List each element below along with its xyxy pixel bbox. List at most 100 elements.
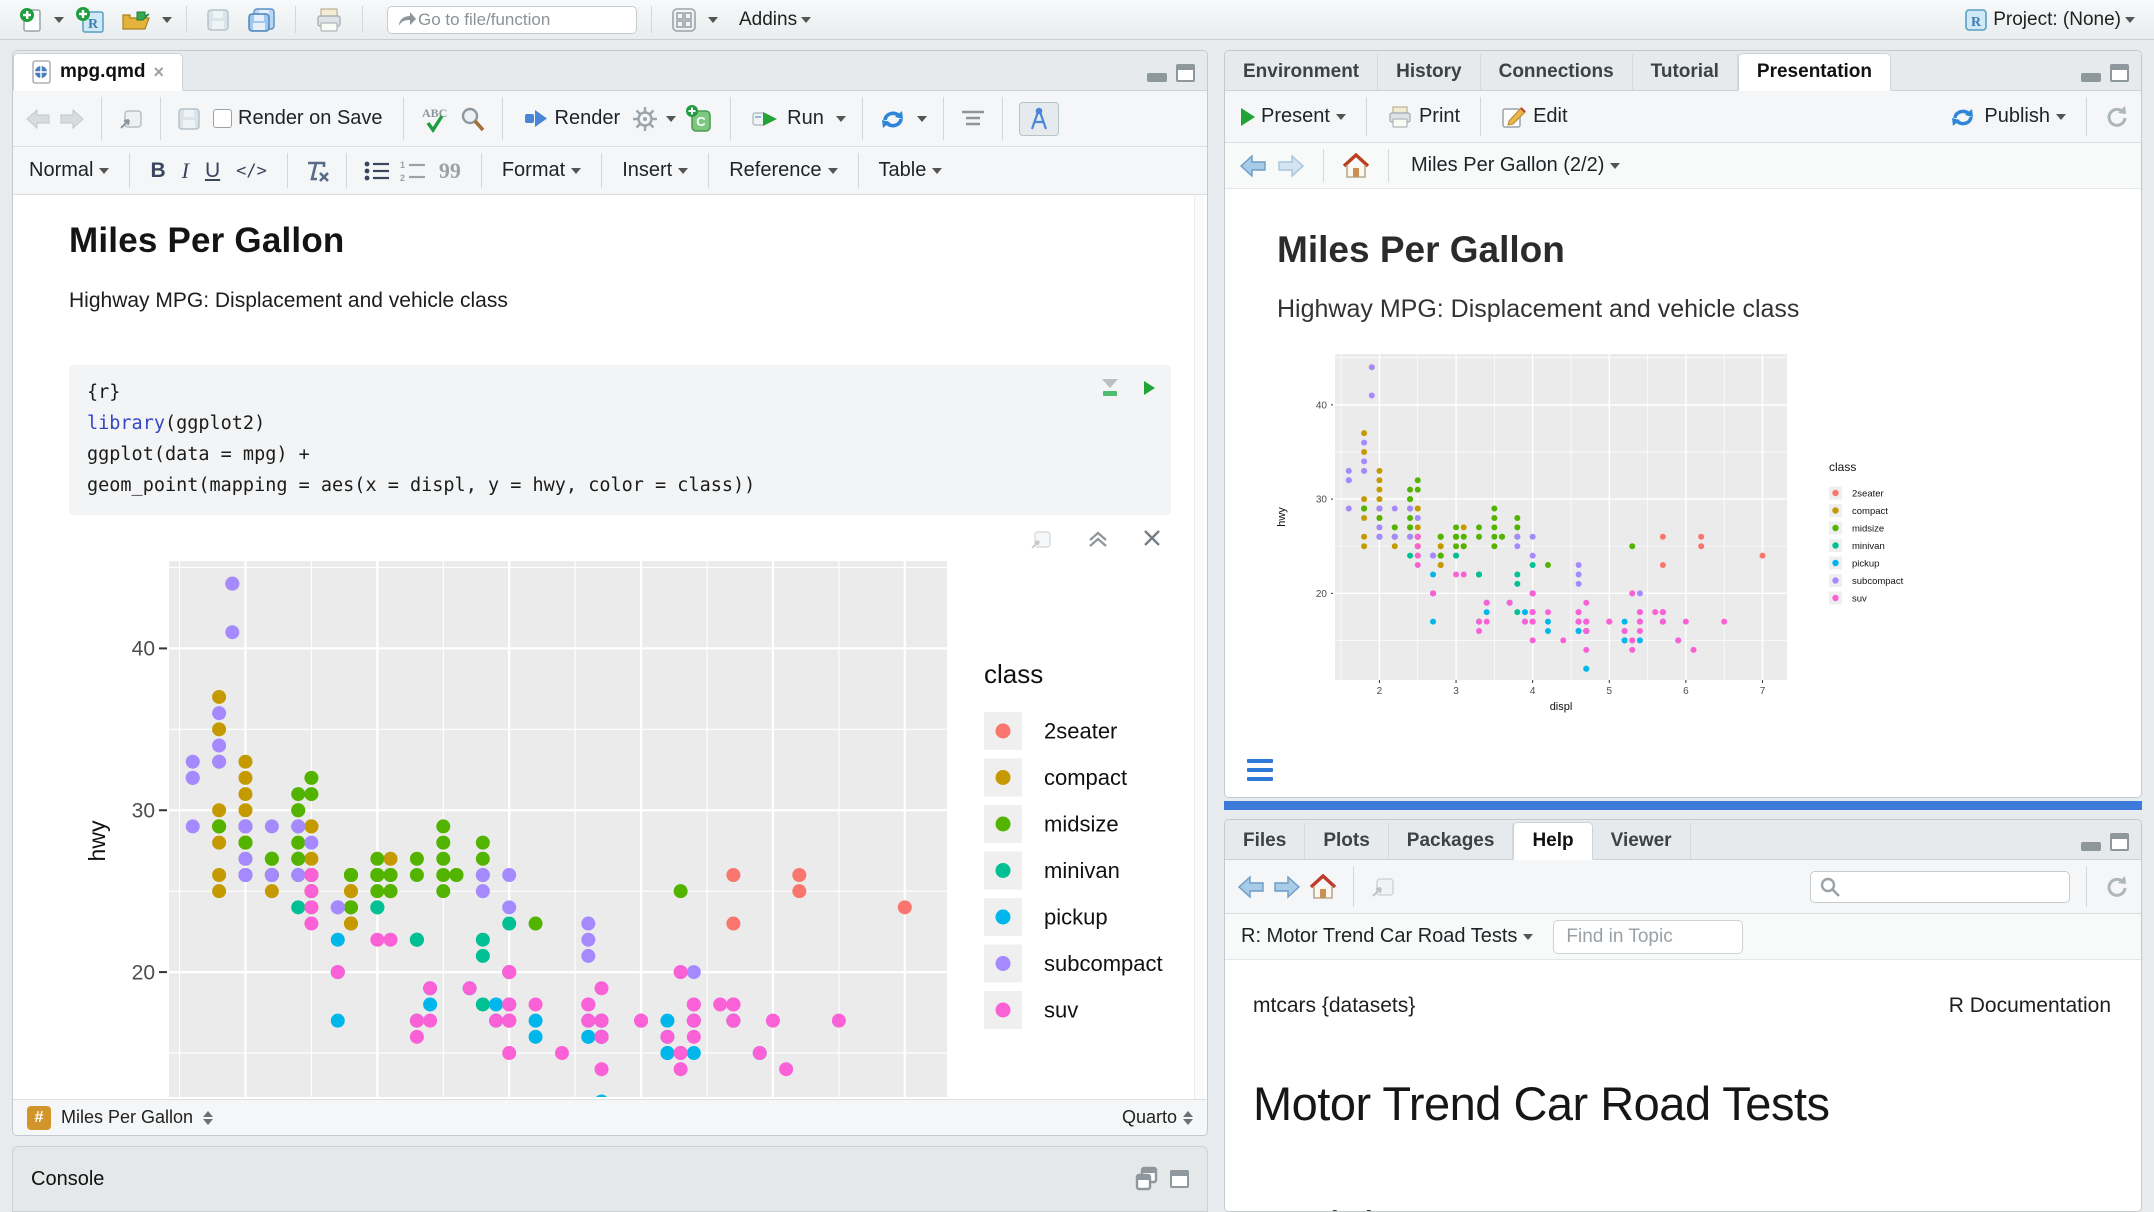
minimize-pane-icon[interactable] [2081, 842, 2101, 851]
new-project-button[interactable]: R [70, 3, 110, 37]
render-gear-dropdown[interactable] [666, 116, 676, 122]
paragraph-style-select[interactable]: Normal [25, 156, 113, 185]
refresh-icon[interactable] [2103, 874, 2129, 900]
back-icon[interactable] [1237, 875, 1265, 899]
new-file-dropdown[interactable] [54, 17, 64, 23]
render-on-save-toggle[interactable]: Render on Save [209, 104, 387, 133]
panes-layout-dropdown[interactable] [708, 17, 718, 23]
save-all-button[interactable] [241, 4, 281, 36]
reference-menu[interactable]: Reference [725, 156, 841, 185]
pane-resize-handle[interactable] [1224, 801, 2142, 810]
back-icon[interactable] [25, 108, 51, 130]
forward-icon[interactable] [1277, 154, 1305, 178]
save-button[interactable] [201, 5, 235, 35]
tab-files[interactable]: Files [1225, 823, 1305, 859]
forward-icon[interactable] [59, 108, 85, 130]
svg-text:subcompact: subcompact [1852, 576, 1904, 587]
editor-scrollbar[interactable] [1194, 195, 1205, 1099]
forward-icon[interactable] [1273, 875, 1301, 899]
render-on-save-checkbox[interactable] [213, 109, 232, 128]
slide-selector[interactable]: Miles Per Gallon (2/2) [1407, 151, 1624, 180]
panes-layout-button[interactable] [666, 4, 702, 36]
run-chunks-above-icon[interactable] [1098, 377, 1122, 399]
minimize-pane-icon[interactable] [2081, 73, 2101, 82]
blockquote-button[interactable]: 99 [435, 155, 465, 187]
addins-menu[interactable]: Addins [734, 6, 816, 34]
statusbar-section-label[interactable]: Miles Per Gallon [61, 1107, 193, 1128]
open-file-dropdown[interactable] [162, 17, 172, 23]
minimize-pane-icon[interactable] [1147, 73, 1167, 82]
tab-close-icon[interactable]: × [154, 62, 165, 83]
document-canvas[interactable]: Miles Per Gallon Highway MPG: Displaceme… [13, 195, 1207, 1099]
slide-menu-icon[interactable] [1247, 759, 1273, 781]
publish-button[interactable]: Publish [1946, 102, 2070, 132]
print-label: Print [1419, 105, 1460, 128]
console-pane-header[interactable]: Console [12, 1146, 1208, 1212]
printer-icon [1387, 105, 1413, 129]
code-format-button[interactable]: </> [232, 158, 271, 184]
tab-history[interactable]: History [1378, 54, 1480, 90]
popout-icon[interactable] [1370, 875, 1396, 899]
output-popout-icon[interactable] [1029, 529, 1053, 551]
print-button[interactable] [310, 4, 348, 36]
tab-tutorial[interactable]: Tutorial [1633, 54, 1738, 90]
console-maximize-icon[interactable] [1170, 1170, 1189, 1188]
code-chunk[interactable]: {r}library(ggplot2)ggplot(data = mpg) + … [69, 365, 1171, 515]
console-restore-icon[interactable] [1135, 1166, 1161, 1192]
visual-editor-toggle[interactable] [1019, 102, 1059, 136]
tab-connections[interactable]: Connections [1481, 54, 1633, 90]
tab-mpg-qmd[interactable]: mpg.qmd × [13, 53, 183, 91]
tab-help[interactable]: Help [1513, 822, 1592, 860]
svg-text:20: 20 [1316, 589, 1328, 600]
tab-viewer[interactable]: Viewer [1593, 823, 1691, 859]
print-presentation-button[interactable]: Print [1383, 102, 1464, 132]
back-icon[interactable] [1239, 154, 1267, 178]
new-file-button[interactable] [14, 4, 48, 36]
find-replace-icon[interactable] [458, 105, 486, 133]
collapse-output-icon[interactable] [1087, 529, 1109, 549]
bold-button[interactable]: B [146, 156, 169, 186]
statusbar-mode-label[interactable]: Quarto [1122, 1107, 1177, 1128]
goto-file-input[interactable] [418, 10, 628, 30]
help-search-input[interactable] [1841, 877, 2061, 897]
render-settings-gear-icon[interactable] [632, 106, 658, 132]
help-topic-selector[interactable]: R: Motor Trend Car Road Tests [1241, 922, 1537, 951]
section-selector-icon[interactable] [203, 1111, 213, 1125]
run-dropdown[interactable] [836, 116, 846, 122]
underline-button[interactable]: U [201, 156, 224, 186]
italic-button[interactable]: I [178, 155, 193, 187]
format-menu[interactable]: Format [498, 156, 585, 185]
numbered-list-icon[interactable]: 12 [399, 159, 427, 183]
project-menu[interactable]: R Project: (None) [1958, 4, 2140, 36]
tab-environment[interactable]: Environment [1225, 54, 1378, 90]
outline-icon[interactable] [960, 108, 986, 130]
run-chunk-icon[interactable] [1144, 381, 1155, 395]
maximize-pane-icon[interactable] [1176, 64, 1195, 82]
mode-selector-icon[interactable] [1183, 1111, 1193, 1125]
find-in-topic-input[interactable] [1553, 920, 1743, 954]
refresh-icon[interactable] [2103, 104, 2129, 130]
tab-presentation[interactable]: Presentation [1738, 53, 1891, 91]
render-button[interactable]: Render [519, 104, 625, 133]
run-button[interactable]: Run [747, 104, 828, 133]
popout-icon[interactable] [118, 107, 144, 131]
tab-plots[interactable]: Plots [1305, 823, 1388, 859]
home-icon[interactable] [1342, 153, 1370, 179]
maximize-pane-icon[interactable] [2110, 64, 2129, 82]
open-file-button[interactable] [116, 5, 156, 35]
present-button[interactable]: Present [1237, 102, 1350, 131]
rerun-icon[interactable] [879, 106, 909, 132]
table-menu[interactable]: Table [875, 156, 947, 185]
save-icon[interactable] [177, 107, 201, 131]
bullet-list-icon[interactable] [363, 159, 391, 183]
tab-packages[interactable]: Packages [1389, 823, 1514, 859]
spellcheck-icon[interactable]: ABC [420, 105, 450, 133]
maximize-pane-icon[interactable] [2110, 833, 2129, 851]
close-output-icon[interactable] [1143, 529, 1161, 547]
rerun-dropdown[interactable] [917, 116, 927, 122]
edit-presentation-button[interactable]: Edit [1497, 102, 1571, 132]
home-icon[interactable] [1309, 874, 1337, 900]
clear-format-icon[interactable] [304, 159, 330, 183]
insert-chunk-icon[interactable]: C [684, 104, 714, 134]
insert-menu[interactable]: Insert [618, 156, 692, 185]
